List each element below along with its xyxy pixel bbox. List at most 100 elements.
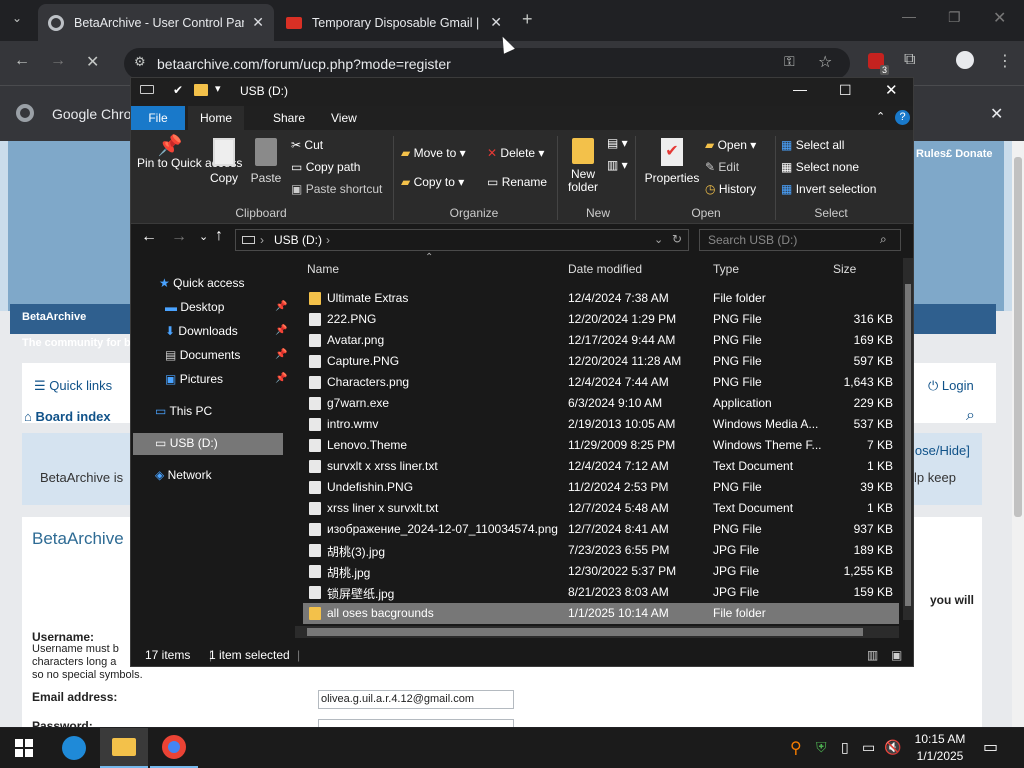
close-icon[interactable]: ✕: [990, 104, 1003, 124]
nav-documents[interactable]: ▤ Documents: [165, 348, 240, 362]
copy-path-button[interactable]: ▭ Copy path: [291, 160, 360, 174]
file-row[interactable]: Capture.PNG 12/20/2024 11:28 AM PNG File 59…: [303, 351, 899, 372]
address-dropdown-icon[interactable]: ⌄: [654, 233, 663, 246]
scrollbar-thumb[interactable]: [1014, 157, 1022, 517]
forward-icon[interactable]: →: [50, 52, 66, 70]
search-tray-icon[interactable]: ⚲: [790, 738, 802, 758]
tab-home[interactable]: Home: [188, 106, 244, 130]
paste-button[interactable]: Paste: [249, 138, 283, 185]
tab-betaarchive[interactable]: BetaArchive - User Control Pan ✕: [38, 4, 274, 41]
chrome-menu-icon[interactable]: ⋮: [997, 51, 1013, 71]
file-row[interactable]: Ultimate Extras 12/4/2024 7:38 AM File fol…: [303, 288, 899, 309]
tab-file[interactable]: File: [131, 106, 185, 130]
large-icons-view-icon[interactable]: ▣: [891, 648, 902, 662]
cut-button[interactable]: ✂ Cut: [291, 138, 323, 152]
tab-temp-gmail[interactable]: Temporary Disposable Gmail | T ✕: [276, 4, 512, 41]
new-item-button[interactable]: ▤ ▾: [607, 136, 628, 150]
file-row[interactable]: survxlt x xrss liner.txt 12/4/2024 7:12 A…: [303, 456, 899, 477]
taskbar-file-explorer[interactable]: [100, 728, 148, 768]
restore-icon[interactable]: ❐: [948, 9, 961, 26]
file-row[interactable]: Lenovo.Theme 11/29/2009 8:25 PM Windows Th…: [303, 435, 899, 456]
file-row[interactable]: 胡桃.jpg 12/30/2022 5:37 PM JPG File 1,255 KB: [303, 561, 899, 582]
clock-date[interactable]: 1/1/2025: [912, 749, 968, 763]
folder-quick-icon[interactable]: [194, 84, 208, 96]
quick-links-link[interactable]: ☰ Quick links: [34, 378, 112, 394]
scrollbar-thumb[interactable]: [905, 284, 911, 606]
help-icon[interactable]: ?: [895, 110, 910, 125]
stop-loading-icon[interactable]: ✕: [86, 52, 99, 72]
file-row[interactable]: изображение_2024-12-07_110034574.png 12/7…: [303, 519, 899, 540]
minimize-icon[interactable]: —: [793, 81, 807, 97]
tab-view[interactable]: View: [317, 106, 371, 130]
tab-search-icon[interactable]: ⌄: [12, 11, 22, 25]
pin-icon[interactable]: 📌: [275, 325, 287, 336]
invert-selection-button[interactable]: ▦ Invert selection: [781, 182, 876, 196]
recent-locations-icon[interactable]: ⌄: [199, 230, 208, 243]
nav-downloads[interactable]: ⬇ Downloads: [165, 324, 238, 338]
history-button[interactable]: ◷ History: [705, 182, 756, 196]
password-key-icon[interactable]: ⚿: [784, 53, 795, 70]
properties-quick-icon[interactable]: ✔: [173, 83, 183, 97]
network-tray-icon[interactable]: ▭: [862, 739, 875, 756]
rules-link[interactable]: Rules: [916, 148, 946, 160]
donate-link[interactable]: £ Donate: [946, 148, 992, 160]
file-row[interactable]: all oses bacgrounds 1/1/2025 10:14 AM File…: [303, 603, 899, 624]
properties-button[interactable]: ✔ Properties: [641, 138, 703, 185]
nav-network[interactable]: ◈ Network: [155, 468, 212, 482]
vertical-scrollbar[interactable]: [903, 258, 913, 620]
close-icon[interactable]: ✕: [885, 81, 898, 99]
clock-time[interactable]: 10:15 AM: [912, 732, 968, 746]
taskbar-chrome[interactable]: [150, 728, 198, 768]
tab-share[interactable]: Share: [259, 106, 319, 130]
file-row[interactable]: 胡桃(3).jpg 7/23/2023 6:55 PM JPG File 189 KB: [303, 540, 899, 561]
address-bar[interactable]: › USB (D:) › ⌄ ↻: [235, 229, 689, 251]
file-row[interactable]: Undefishin.PNG 11/2/2024 2:53 PM PNG File 3…: [303, 477, 899, 498]
open-button[interactable]: ▰ Open ▾: [705, 138, 756, 152]
easy-access-button[interactable]: ▥ ▾: [607, 158, 628, 172]
close-window-icon[interactable]: ✕: [993, 8, 1006, 28]
refresh-icon[interactable]: ↻: [672, 232, 682, 246]
rename-button[interactable]: ▭ Rename: [487, 175, 547, 189]
file-row[interactable]: intro.wmv 2/19/2013 10:05 AM Windows Media…: [303, 414, 899, 435]
up-icon[interactable]: ↑: [215, 227, 223, 245]
page-scrollbar[interactable]: [1012, 141, 1024, 727]
volume-muted-icon[interactable]: 🔇: [884, 739, 901, 756]
collapse-ribbon-icon[interactable]: ⌃: [876, 110, 885, 123]
back-icon[interactable]: ←: [141, 228, 157, 246]
back-icon[interactable]: ←: [14, 52, 30, 70]
new-folder-button[interactable]: New folder: [563, 138, 603, 194]
file-row[interactable]: 222.PNG 12/20/2024 1:29 PM PNG File 316 KB: [303, 309, 899, 330]
new-tab-icon[interactable]: +: [522, 9, 533, 30]
maximize-icon[interactable]: ☐: [839, 82, 852, 99]
defender-icon[interactable]: ⛨: [816, 739, 827, 756]
usb-tray-icon[interactable]: ▯: [841, 739, 849, 756]
search-box[interactable]: Search USB (D:) ⌕: [699, 229, 901, 251]
nav-pictures[interactable]: ▣ Pictures: [165, 372, 223, 386]
login-link[interactable]: ⏻ Login: [928, 378, 974, 394]
details-view-icon[interactable]: ▥: [867, 648, 878, 662]
copy-to-button[interactable]: ▰ Copy to ▾: [401, 175, 464, 189]
horizontal-scrollbar[interactable]: [295, 626, 899, 638]
nav-this-pc[interactable]: ▭ This PC: [155, 404, 212, 418]
close-icon[interactable]: ✕: [490, 14, 502, 31]
bookmark-star-icon[interactable]: ☆: [818, 52, 832, 72]
email-field[interactable]: olivea.g.uil.a.r.4.12@gmail.com: [318, 690, 514, 709]
pin-icon[interactable]: 📌: [275, 301, 287, 312]
minimize-icon[interactable]: —: [902, 8, 916, 24]
edit-button[interactable]: ✎ Edit: [705, 160, 739, 174]
notification-icon[interactable]: ▭: [983, 737, 998, 757]
close-hide-link[interactable]: lose/Hide]: [912, 443, 970, 458]
breadcrumb-chevron-icon[interactable]: ›: [326, 233, 330, 247]
pin-icon[interactable]: 📌: [275, 373, 287, 384]
taskbar-edge[interactable]: [50, 728, 98, 768]
nav-usb[interactable]: ▭ USB (D:): [133, 433, 283, 455]
paste-shortcut-button[interactable]: ▣ Paste shortcut: [291, 182, 382, 196]
site-info-icon[interactable]: ⚙: [134, 54, 146, 70]
file-row[interactable]: xrss liner x survxlt.txt 12/7/2024 5:48 A…: [303, 498, 899, 519]
move-to-button[interactable]: ▰ Move to ▾: [401, 146, 466, 160]
breadcrumb-chevron-icon[interactable]: ›: [260, 233, 264, 247]
scrollbar-thumb[interactable]: [307, 628, 863, 636]
file-row[interactable]: 锁屏壁纸.jpg 8/21/2023 8:03 AM JPG File 159 KB: [303, 582, 899, 603]
search-icon[interactable]: ⌕: [966, 407, 975, 425]
pin-quick-access-button[interactable]: 📌 Pin to Quick access: [137, 136, 242, 170]
